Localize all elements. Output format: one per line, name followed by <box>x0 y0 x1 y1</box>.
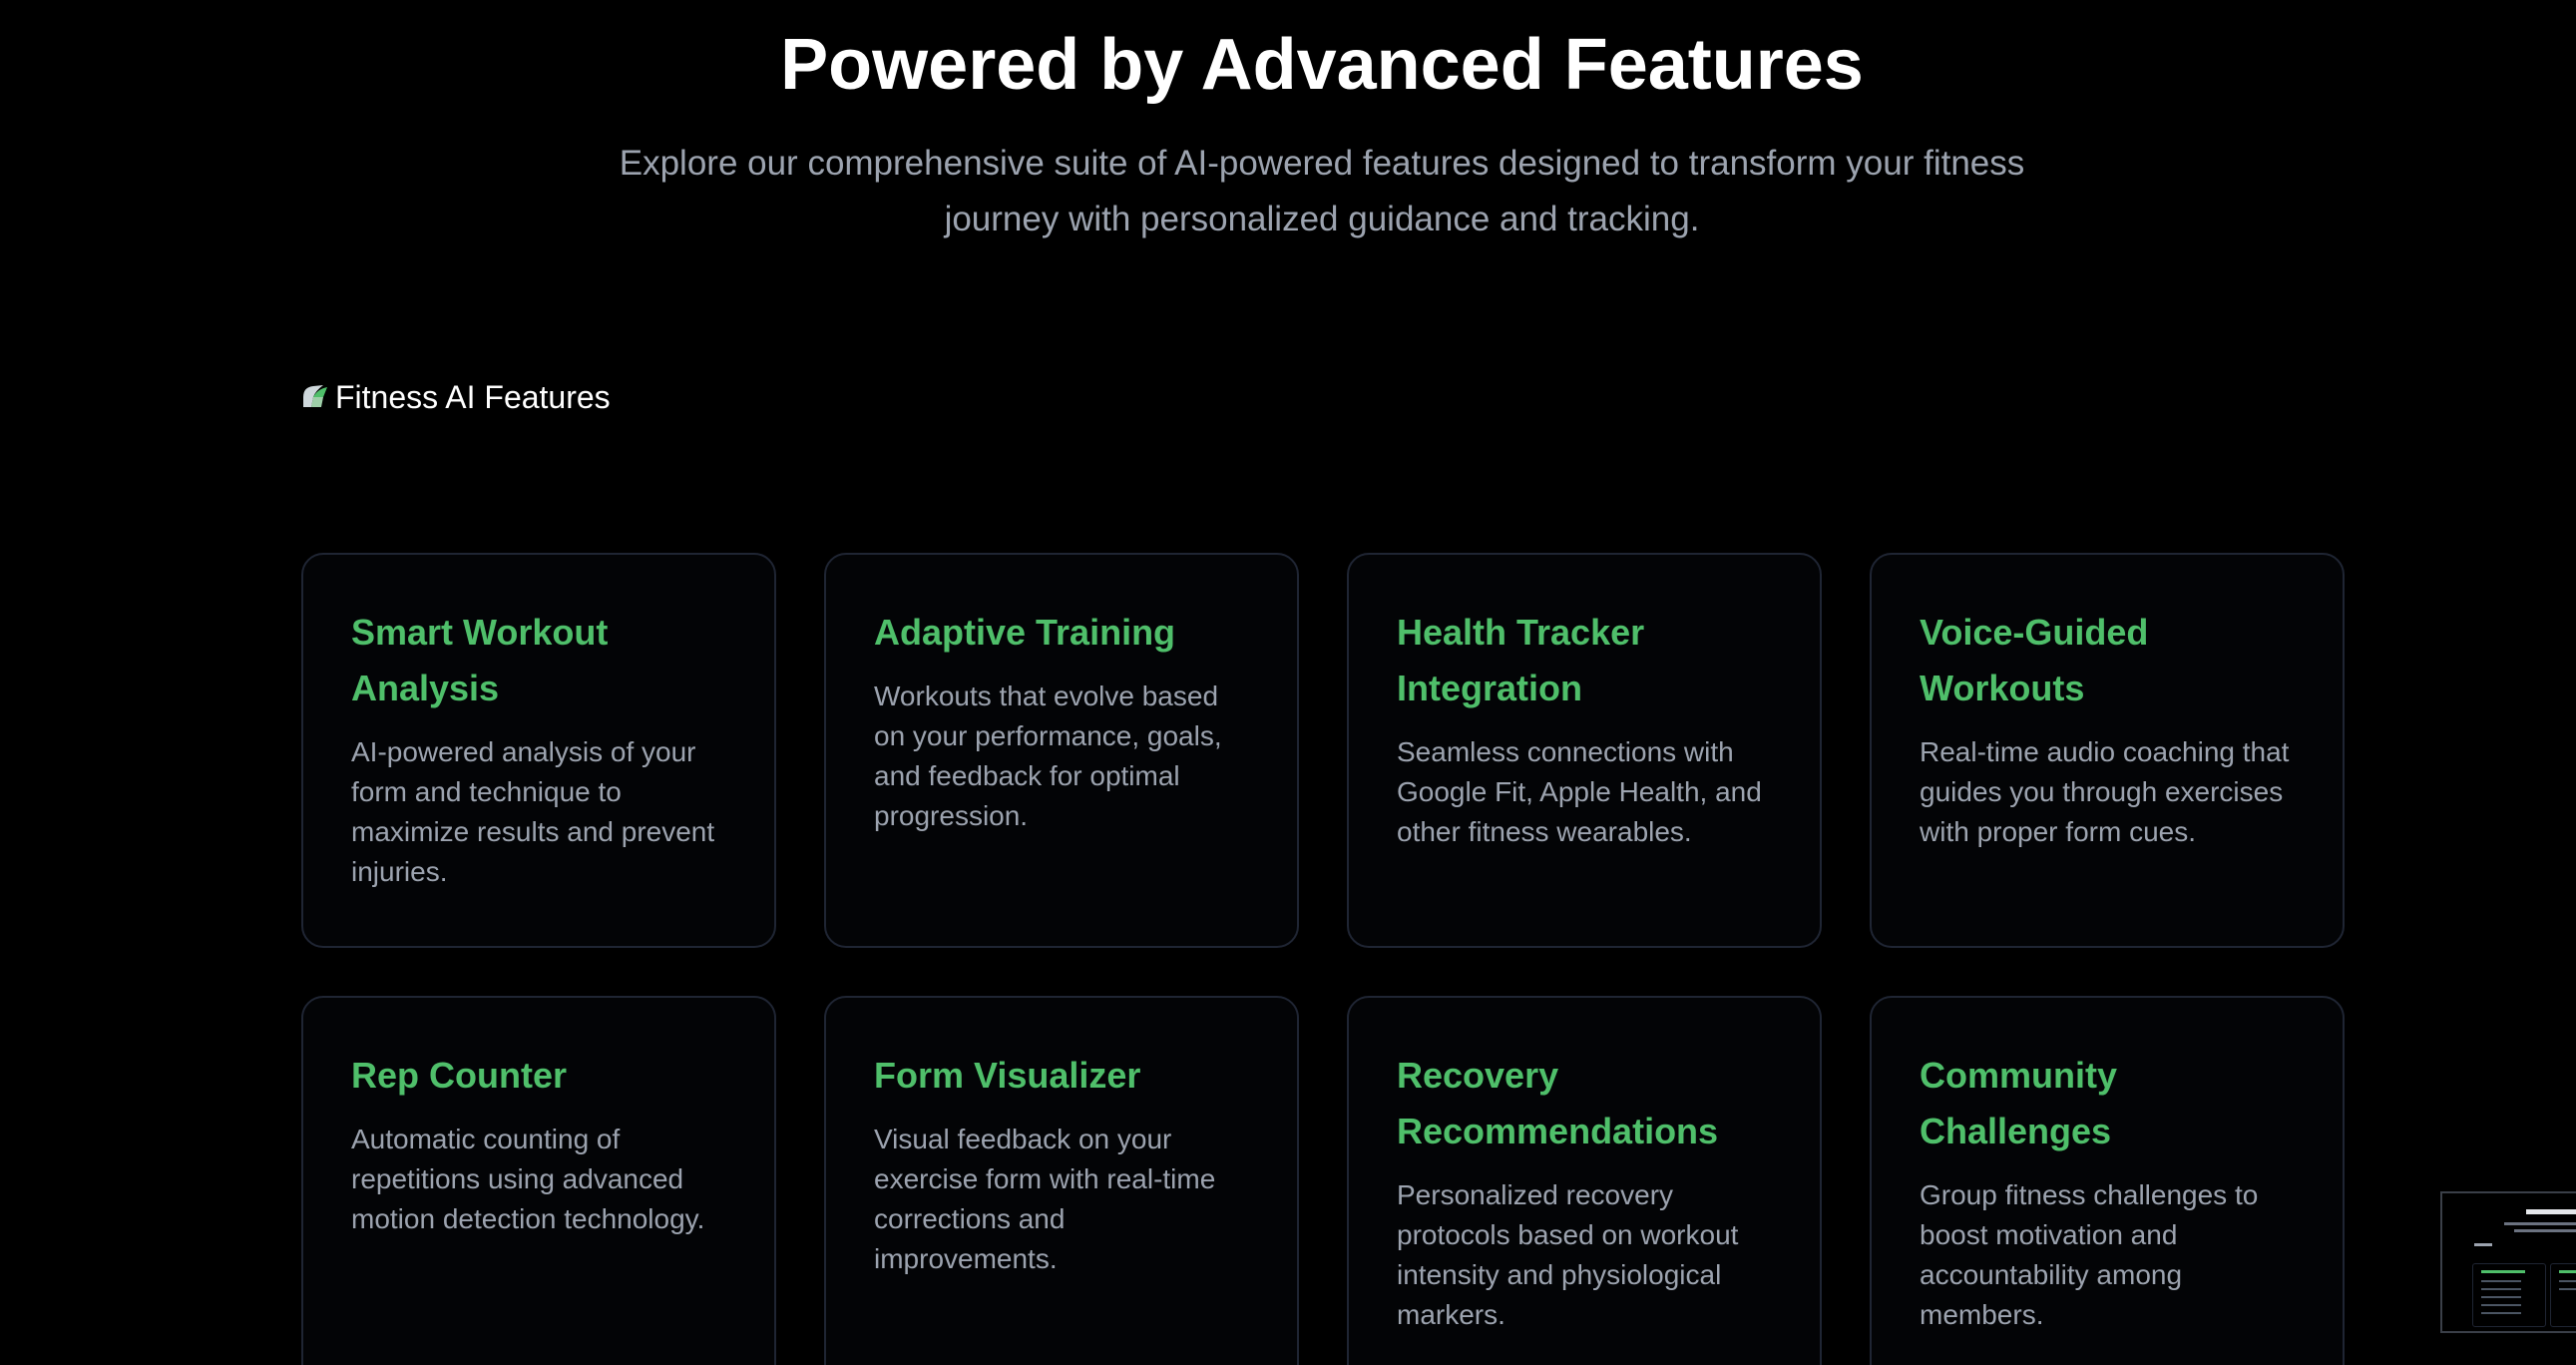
feature-description: Workouts that evolve based on your perfo… <box>874 681 1222 831</box>
feature-card: Smart Workout Analysis AI-powered analys… <box>301 553 776 948</box>
feature-card: Rep Counter Automatic counting of repeti… <box>301 996 776 1365</box>
feature-description: Seamless connections with Google Fit, Ap… <box>1397 736 1762 847</box>
preview-image-line <box>2474 1243 2492 1246</box>
preview-card-line <box>2481 1296 2521 1298</box>
preview-card-line <box>2481 1280 2521 1282</box>
feature-description: AI-powered analysis of your form and tec… <box>351 736 715 887</box>
section-subtitle: Explore our comprehensive suite of AI-po… <box>619 144 2025 238</box>
preview-card-line <box>2481 1288 2521 1290</box>
feature-card: Form Visualizer Visual feedback on your … <box>824 996 1299 1365</box>
section-title: Powered by Advanced Features <box>780 25 1864 105</box>
features-page: Powered by Advanced Features Explore our… <box>0 0 2576 1365</box>
preview-card-title <box>2481 1270 2525 1273</box>
feature-card: Adaptive Training Workouts that evolve b… <box>824 553 1299 948</box>
feature-title: Health Tracker Integration <box>1397 612 1645 708</box>
preview-card-line <box>2559 1280 2576 1282</box>
page-preview-thumbnail[interactable] <box>2440 1191 2576 1333</box>
feature-title: Rep Counter <box>351 1055 567 1096</box>
feature-title: Form Visualizer <box>874 1055 1141 1096</box>
features-grid: Smart Workout Analysis AI-powered analys… <box>301 553 2345 1365</box>
feature-title: Voice-Guided Workouts <box>1920 612 2149 708</box>
feature-card: Recovery Recommendations Personalized re… <box>1347 996 1822 1365</box>
preview-card-line <box>2481 1304 2521 1306</box>
feature-description: Group fitness challenges to boost motiva… <box>1920 1179 2259 1330</box>
preview-card <box>2472 1263 2546 1327</box>
feature-description: Automatic counting of repetitions using … <box>351 1124 705 1234</box>
feature-card: Voice-Guided Workouts Real-time audio co… <box>1870 553 2345 948</box>
feature-title: Adaptive Training <box>874 612 1176 653</box>
feature-card: Health Tracker Integration Seamless conn… <box>1347 553 1822 948</box>
features-image: Fitness AI Features <box>301 377 611 417</box>
preview-subtitle-line <box>2514 1229 2576 1232</box>
preview-subtitle-line <box>2504 1222 2576 1225</box>
feature-description: Visual feedback on your exercise form wi… <box>874 1124 1216 1274</box>
feature-title: Community Challenges <box>1920 1055 2117 1151</box>
preview-card <box>2550 1263 2576 1327</box>
image-alt-text: Fitness AI Features <box>335 379 611 415</box>
preview-card-line <box>2559 1288 2576 1290</box>
preview-title-line <box>2526 1209 2576 1214</box>
feature-description: Personalized recovery protocols based on… <box>1397 1179 1739 1330</box>
feature-title: Recovery Recommendations <box>1397 1055 1719 1151</box>
preview-card-line <box>2481 1312 2521 1314</box>
preview-card-title <box>2559 1270 2576 1273</box>
feature-description: Real-time audio coaching that guides you… <box>1920 736 2290 847</box>
broken-image-icon <box>301 378 333 407</box>
feature-title: Smart Workout Analysis <box>351 612 609 708</box>
feature-card: Community Challenges Group fitness chall… <box>1870 996 2345 1365</box>
